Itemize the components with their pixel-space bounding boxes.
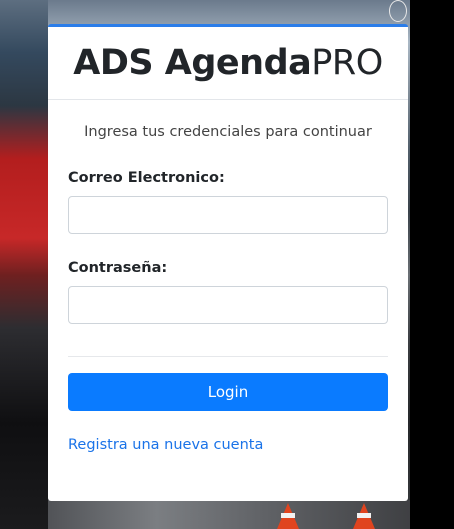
password-field[interactable] [68,286,388,324]
register-link[interactable]: Registra una nueva cuenta [68,437,263,453]
login-card: ADS AgendaPRO Ingresa tus credenciales p… [48,24,408,501]
brand-title-bold: ADS Agenda [73,43,312,83]
card-body: Ingresa tus credenciales para continuar … [48,124,408,453]
brand-title-light: PRO [311,43,383,83]
email-label: Correo Electronico: [68,170,225,186]
divider [68,356,388,357]
email-field[interactable] [68,196,388,234]
login-button[interactable]: Login [68,373,388,411]
card-header: ADS AgendaPRO [48,27,408,100]
right-black-area [410,0,454,529]
cone-icon [353,503,375,529]
background-left-strip [0,0,48,529]
login-subtitle: Ingresa tus credenciales para continuar [84,124,372,140]
password-label: Contraseña: [68,260,168,276]
cursor-oval-icon [389,0,407,22]
brand-title: ADS AgendaPRO [73,43,383,83]
cone-icon [277,503,299,529]
